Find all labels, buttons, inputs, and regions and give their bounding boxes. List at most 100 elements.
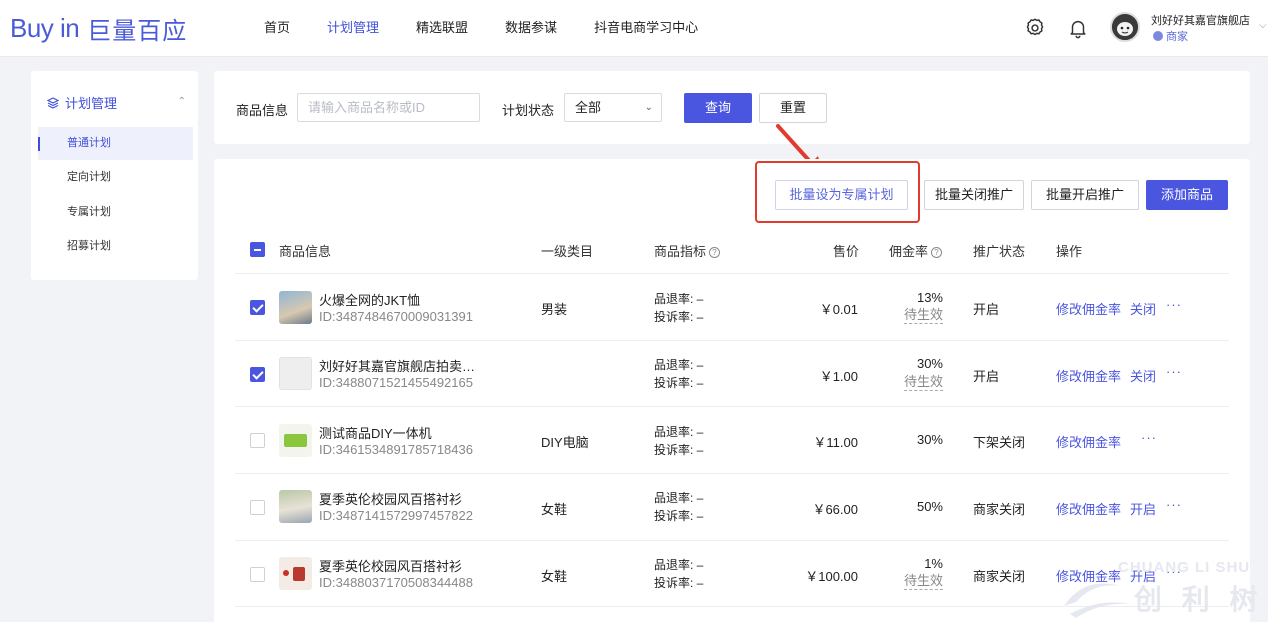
- product-name[interactable]: 夏季英伦校园风百搭衬衫: [319, 489, 462, 508]
- plan-table-card: 批量设为专属计划 批量关闭推广 批量开启推广 添加商品 商品信息 一级类目 商品…: [214, 159, 1250, 622]
- bell-icon[interactable]: [1067, 17, 1089, 39]
- chevron-up-icon[interactable]: ⌃: [178, 96, 186, 107]
- reset-button[interactable]: 重置: [759, 93, 827, 123]
- col-metrics-label: 商品指标: [654, 244, 707, 259]
- divider: [235, 606, 1229, 607]
- product-price: ￥1.00: [819, 369, 858, 384]
- open-link[interactable]: 开启: [1130, 499, 1156, 518]
- more-icon[interactable]: ···: [1166, 364, 1182, 379]
- edit-commission-link[interactable]: 修改佣金率: [1056, 299, 1121, 318]
- product-price: ￥0.01: [819, 302, 858, 317]
- complaint-rate: 投诉率: –: [654, 443, 704, 457]
- sidebar-group-label: 计划管理: [65, 96, 118, 111]
- product-price: ￥66.00: [812, 502, 858, 517]
- sidebar: 计划管理 ⌃ 普通计划 定向计划 专属计划 招募计划: [31, 71, 198, 280]
- pending-status[interactable]: 待生效: [903, 307, 943, 324]
- product-thumbnail: [279, 424, 312, 457]
- product-thumbnail: [279, 357, 312, 390]
- merchant-icon: [1153, 31, 1163, 41]
- info-icon[interactable]: ?: [931, 247, 943, 258]
- product-price: ￥100.00: [805, 569, 858, 584]
- divider: [235, 273, 1229, 274]
- filter-bar: 商品信息 计划状态 全部 ⌄ 查询 重置: [214, 71, 1250, 144]
- product-name[interactable]: 火爆全网的JKT恤: [319, 290, 420, 309]
- product-thumbnail: [279, 490, 312, 523]
- product-category: 女鞋: [541, 569, 568, 584]
- batch-exclusive-button[interactable]: 批量设为专属计划: [775, 180, 908, 210]
- more-icon[interactable]: ···: [1166, 564, 1182, 579]
- open-link[interactable]: 开启: [1130, 566, 1156, 585]
- return-rate: 品退率: –: [654, 425, 704, 439]
- edit-commission-link[interactable]: 修改佣金率: [1056, 366, 1121, 385]
- col-actions: 操作: [1056, 244, 1083, 259]
- commission-rate: 13%: [916, 290, 943, 305]
- return-rate: 品退率: –: [654, 491, 704, 505]
- col-status: 推广状态: [973, 244, 1026, 259]
- col-commission: 佣金率?: [889, 241, 943, 260]
- select-all-checkbox[interactable]: [250, 242, 265, 257]
- commission-rate: 1%: [924, 556, 943, 571]
- nav-data[interactable]: 数据参谋: [505, 18, 557, 38]
- query-button[interactable]: 查询: [684, 93, 752, 123]
- row-checkbox[interactable]: [250, 367, 265, 382]
- promotion-status: 下架关闭: [973, 435, 1026, 450]
- sidebar-item-exclusive-plan[interactable]: 专属计划: [38, 196, 193, 229]
- avatar[interactable]: [1110, 12, 1140, 42]
- edit-commission-link[interactable]: 修改佣金率: [1056, 499, 1121, 518]
- close-link[interactable]: 关闭: [1130, 299, 1156, 318]
- divider: [235, 340, 1229, 341]
- sidebar-item-recruit-plan[interactable]: 招募计划: [38, 230, 193, 263]
- product-price: ￥11.00: [813, 435, 858, 450]
- sidebar-item-normal-plan[interactable]: 普通计划: [38, 127, 193, 160]
- pending-status[interactable]: 待生效: [903, 573, 943, 590]
- shop-role-label: 商家: [1166, 31, 1188, 43]
- batch-open-button[interactable]: 批量开启推广: [1031, 180, 1139, 210]
- product-name[interactable]: 刘好好其嘉官旗舰店拍卖…: [319, 356, 475, 375]
- layers-icon: [47, 96, 59, 109]
- nav-alliance[interactable]: 精选联盟: [416, 18, 468, 38]
- col-price: 售价: [833, 244, 860, 259]
- row-checkbox[interactable]: [250, 300, 265, 315]
- sidebar-item-targeted-plan[interactable]: 定向计划: [38, 161, 193, 194]
- col-category: 一级类目: [541, 244, 594, 259]
- complaint-rate: 投诉率: –: [654, 376, 704, 390]
- pending-status[interactable]: 待生效: [903, 374, 943, 391]
- product-name[interactable]: 测试商品DIY一体机: [319, 423, 432, 442]
- top-header: Buy in 巨量百应 首页 计划管理 精选联盟 数据参谋 抖音电商学习中心 刘…: [0, 0, 1268, 57]
- brand-logo[interactable]: Buy in 巨量百应: [10, 12, 187, 45]
- product-category: DIY电脑: [541, 435, 589, 450]
- row-checkbox[interactable]: [250, 500, 265, 515]
- commission-rate: 30%: [916, 356, 943, 371]
- divider: [235, 540, 1229, 541]
- edit-commission-link[interactable]: 修改佣金率: [1056, 566, 1121, 585]
- info-icon[interactable]: ?: [709, 247, 721, 258]
- col-commission-label: 佣金率: [889, 244, 929, 259]
- chevron-down-icon: ⌄: [644, 102, 653, 113]
- nav-learning-center[interactable]: 抖音电商学习中心: [594, 18, 698, 38]
- return-rate: 品退率: –: [654, 558, 704, 572]
- shop-name[interactable]: 刘好好其嘉官旗舰店: [1151, 12, 1250, 28]
- product-thumbnail: [279, 557, 312, 590]
- product-category: 男装: [541, 302, 568, 317]
- more-icon[interactable]: ···: [1166, 497, 1182, 512]
- plan-status-select[interactable]: 全部 ⌄: [564, 93, 662, 122]
- batch-close-button[interactable]: 批量关闭推广: [924, 180, 1024, 210]
- product-name[interactable]: 夏季英伦校园风百搭衬衫: [319, 556, 462, 575]
- chevron-down-icon[interactable]: ⌵: [1259, 20, 1267, 31]
- row-checkbox[interactable]: [250, 433, 265, 448]
- edit-commission-link[interactable]: 修改佣金率: [1056, 432, 1121, 451]
- row-checkbox[interactable]: [250, 567, 265, 582]
- sidebar-group-plan-management[interactable]: 计划管理: [47, 93, 117, 112]
- more-icon[interactable]: ···: [1141, 430, 1157, 445]
- promotion-status: 商家关闭: [973, 569, 1026, 584]
- more-icon[interactable]: ···: [1166, 297, 1182, 312]
- col-metrics: 商品指标?: [654, 241, 721, 260]
- product-search-input[interactable]: [297, 93, 480, 122]
- logo-latin: Buy in: [10, 12, 80, 43]
- divider: [235, 406, 1229, 407]
- close-link[interactable]: 关闭: [1130, 366, 1156, 385]
- nav-plan-management[interactable]: 计划管理: [327, 18, 379, 38]
- settings-icon[interactable]: [1024, 17, 1046, 39]
- nav-home[interactable]: 首页: [264, 18, 290, 38]
- add-product-button[interactable]: 添加商品: [1146, 180, 1228, 210]
